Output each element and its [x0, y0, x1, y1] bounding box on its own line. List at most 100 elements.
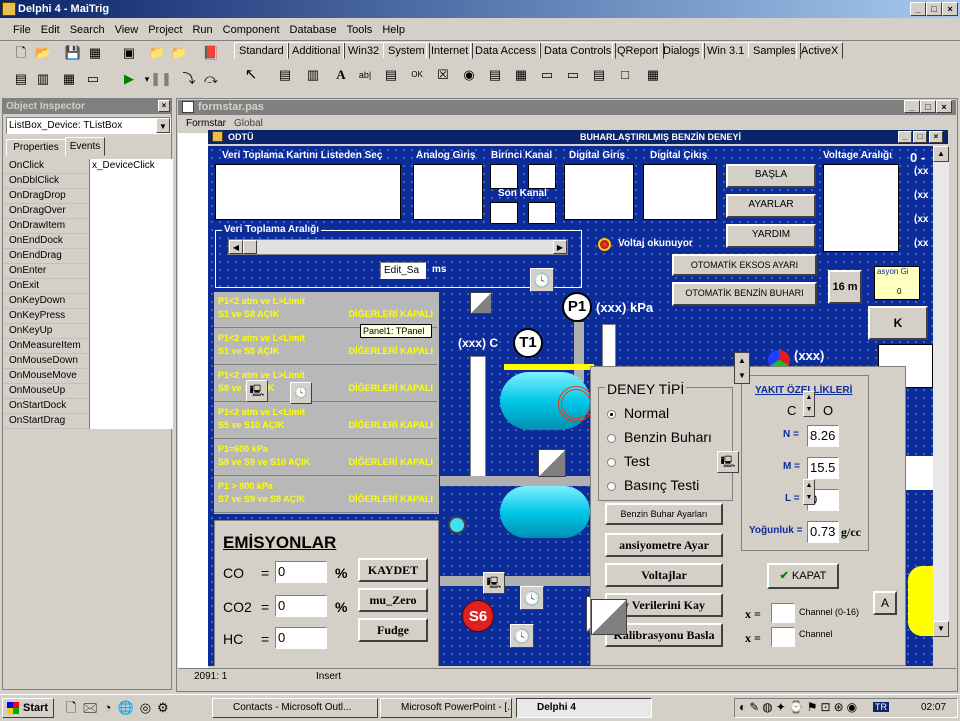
valve-icon[interactable]	[470, 292, 492, 314]
mu-zero-button[interactable]: mu_Zero	[358, 588, 428, 612]
task-powerpoint[interactable]: Microsoft PowerPoint - [...	[380, 698, 512, 718]
menu-view[interactable]: View	[110, 21, 144, 39]
event-row[interactable]: OnMouseDown	[3, 354, 173, 369]
n-input[interactable]: 8.26	[807, 425, 839, 447]
a-button[interactable]: A	[873, 591, 897, 615]
densitometer-button[interactable]: ansiyometre Ayar	[605, 533, 723, 557]
maximize-button[interactable]: □	[926, 2, 942, 16]
tab-data-controls[interactable]: Data Controls	[539, 42, 617, 59]
radiogroup-icon[interactable]: ▤	[588, 64, 610, 86]
co-input[interactable]: 0	[275, 561, 327, 583]
component-icon[interactable]: 🖳	[717, 451, 739, 473]
task-delphi[interactable]: Delphi 4	[516, 698, 652, 718]
panel-scroll-icon[interactable]: ▲ ▼	[734, 352, 750, 384]
radiobutton-icon[interactable]: ◉	[458, 64, 480, 86]
tab-events[interactable]: Events	[65, 137, 105, 156]
channel-input-2[interactable]	[771, 627, 795, 647]
event-row[interactable]: OnDrawItem	[3, 219, 173, 234]
actionlist-icon[interactable]: ▦	[642, 64, 664, 86]
voltages-button[interactable]: Voltajlar	[605, 563, 723, 587]
digital-out-box[interactable]	[643, 164, 717, 220]
tab-additional[interactable]: Additional	[287, 42, 346, 59]
digital-in-box[interactable]	[564, 164, 634, 220]
event-row[interactable]: OnMouseMove	[3, 369, 173, 384]
event-row[interactable]: OnEnter	[3, 264, 173, 279]
density-input[interactable]: 0.73	[807, 521, 839, 543]
component-icon[interactable]: 🖳	[483, 572, 505, 594]
task-outlook[interactable]: Contacts - Microsoft Outl...	[212, 698, 378, 718]
minimize-button[interactable]: _	[910, 2, 926, 16]
tab-data-access[interactable]: Data Access	[470, 42, 542, 59]
close-button[interactable]: ×	[942, 2, 958, 16]
scroll-thumb[interactable]	[243, 240, 257, 254]
s6-valve[interactable]: S6	[462, 600, 494, 632]
editor-maximize-button[interactable]: □	[920, 100, 936, 113]
pause-icon[interactable]: ❚❚	[150, 68, 172, 90]
open-icon[interactable]: 📂	[32, 42, 54, 64]
tab-qreport[interactable]: QReport	[612, 42, 664, 59]
co2-input[interactable]: 0	[275, 595, 327, 617]
hc-input[interactable]: 0	[275, 627, 327, 649]
event-row[interactable]: OnEndDock	[3, 234, 173, 249]
menu-tools[interactable]: Tools	[342, 21, 378, 39]
first-channel-box-2[interactable]	[528, 164, 556, 189]
save-all-icon[interactable]: ▦	[84, 42, 106, 64]
trace-into-icon[interactable]: ⤵	[178, 68, 200, 90]
menu-run[interactable]: Run	[187, 21, 217, 39]
scroll-down-icon[interactable]: ▼	[933, 621, 949, 637]
event-row[interactable]: OnKeyPress	[3, 309, 173, 324]
button-icon[interactable]: OK	[406, 64, 428, 86]
event-row[interactable]: OnExit	[3, 279, 173, 294]
form-minimize-button[interactable]: _	[898, 131, 912, 143]
event-row[interactable]: OnClick x_DeviceClick	[3, 159, 173, 174]
spin-icon[interactable]: ▲ ▼	[803, 391, 815, 417]
frames-icon[interactable]: ▤	[274, 64, 296, 86]
channel-input-1[interactable]	[771, 603, 795, 623]
auto-fuel-vapor-button[interactable]: OTOMATİK BENZİN BUHARI	[672, 282, 817, 306]
device-listbox[interactable]	[215, 164, 401, 220]
sixteen-label[interactable]: 16 m	[828, 270, 862, 304]
editor-minimize-button[interactable]: _	[904, 100, 920, 113]
object-selector[interactable]: ListBox_Device: TListBox ▼	[6, 117, 171, 134]
scroll-up-icon[interactable]: ▲	[933, 146, 949, 162]
event-row[interactable]: OnMeasureItem	[3, 339, 173, 354]
timer-clock-icon[interactable]: 🕓	[530, 268, 554, 292]
scrollbar-icon[interactable]: ▭	[536, 64, 558, 86]
remove-file-icon[interactable]: 📁	[168, 42, 190, 64]
event-row[interactable]: OnStartDrag	[3, 414, 173, 429]
timer-clock-icon[interactable]: 🕓	[290, 382, 312, 404]
start-button[interactable]: BAŞLA	[726, 164, 816, 188]
quick-launch[interactable]: 🗋🖂◔🌐◎⚙	[66, 699, 175, 721]
menu-search[interactable]: Search	[65, 21, 110, 39]
new-form-icon[interactable]: ▭	[82, 68, 104, 90]
menu-edit[interactable]: Edit	[36, 21, 65, 39]
groupbox-icon[interactable]: ▭	[562, 64, 584, 86]
event-row[interactable]: OnMouseUp	[3, 384, 173, 399]
tab-standard[interactable]: Standard	[234, 42, 289, 59]
auto-exhaust-button[interactable]: OTOMATİK EKSOS AYARI	[672, 254, 817, 276]
language-indicator[interactable]: TR	[873, 702, 889, 712]
menu-database[interactable]: Database	[285, 21, 342, 39]
editor-tab-formstar[interactable]: Formstar	[186, 118, 226, 129]
close-form-button[interactable]: ✔ KAPAT	[767, 563, 839, 589]
tab-dialogs[interactable]: Dialogs	[658, 42, 705, 59]
onclick-value[interactable]: x_DeviceClick	[89, 159, 173, 174]
m-input[interactable]: 15.5	[807, 457, 839, 479]
tray-icons[interactable]: ◐✎◍✦⌚⚑⊡⊛◉	[739, 700, 860, 714]
view-form-icon[interactable]: ▥	[32, 68, 54, 90]
radio-test[interactable]: Test	[607, 453, 650, 469]
save-button[interactable]: KAYDET	[358, 558, 428, 582]
timer-clock-icon[interactable]: 🕓	[520, 586, 544, 610]
inspector-close-button[interactable]: ×	[158, 100, 170, 112]
save-icon[interactable]: 💾	[62, 42, 84, 64]
scroll-left-icon[interactable]: ◀	[229, 240, 243, 254]
tab-win31[interactable]: Win 3.1	[702, 42, 750, 59]
radio-pressure-test[interactable]: Basınç Testi	[607, 477, 699, 493]
calibration-box[interactable]: asyon Gi 0	[874, 266, 920, 300]
fuel-vapor-settings-button[interactable]: Benzin Buhar Ayarları	[605, 503, 723, 525]
tab-system[interactable]: System	[383, 42, 430, 59]
edit-icon[interactable]: ab|	[354, 64, 376, 86]
combobox-icon[interactable]: ▦	[510, 64, 532, 86]
first-channel-box[interactable]	[490, 164, 518, 189]
toggle-icon[interactable]: ▦	[58, 68, 80, 90]
